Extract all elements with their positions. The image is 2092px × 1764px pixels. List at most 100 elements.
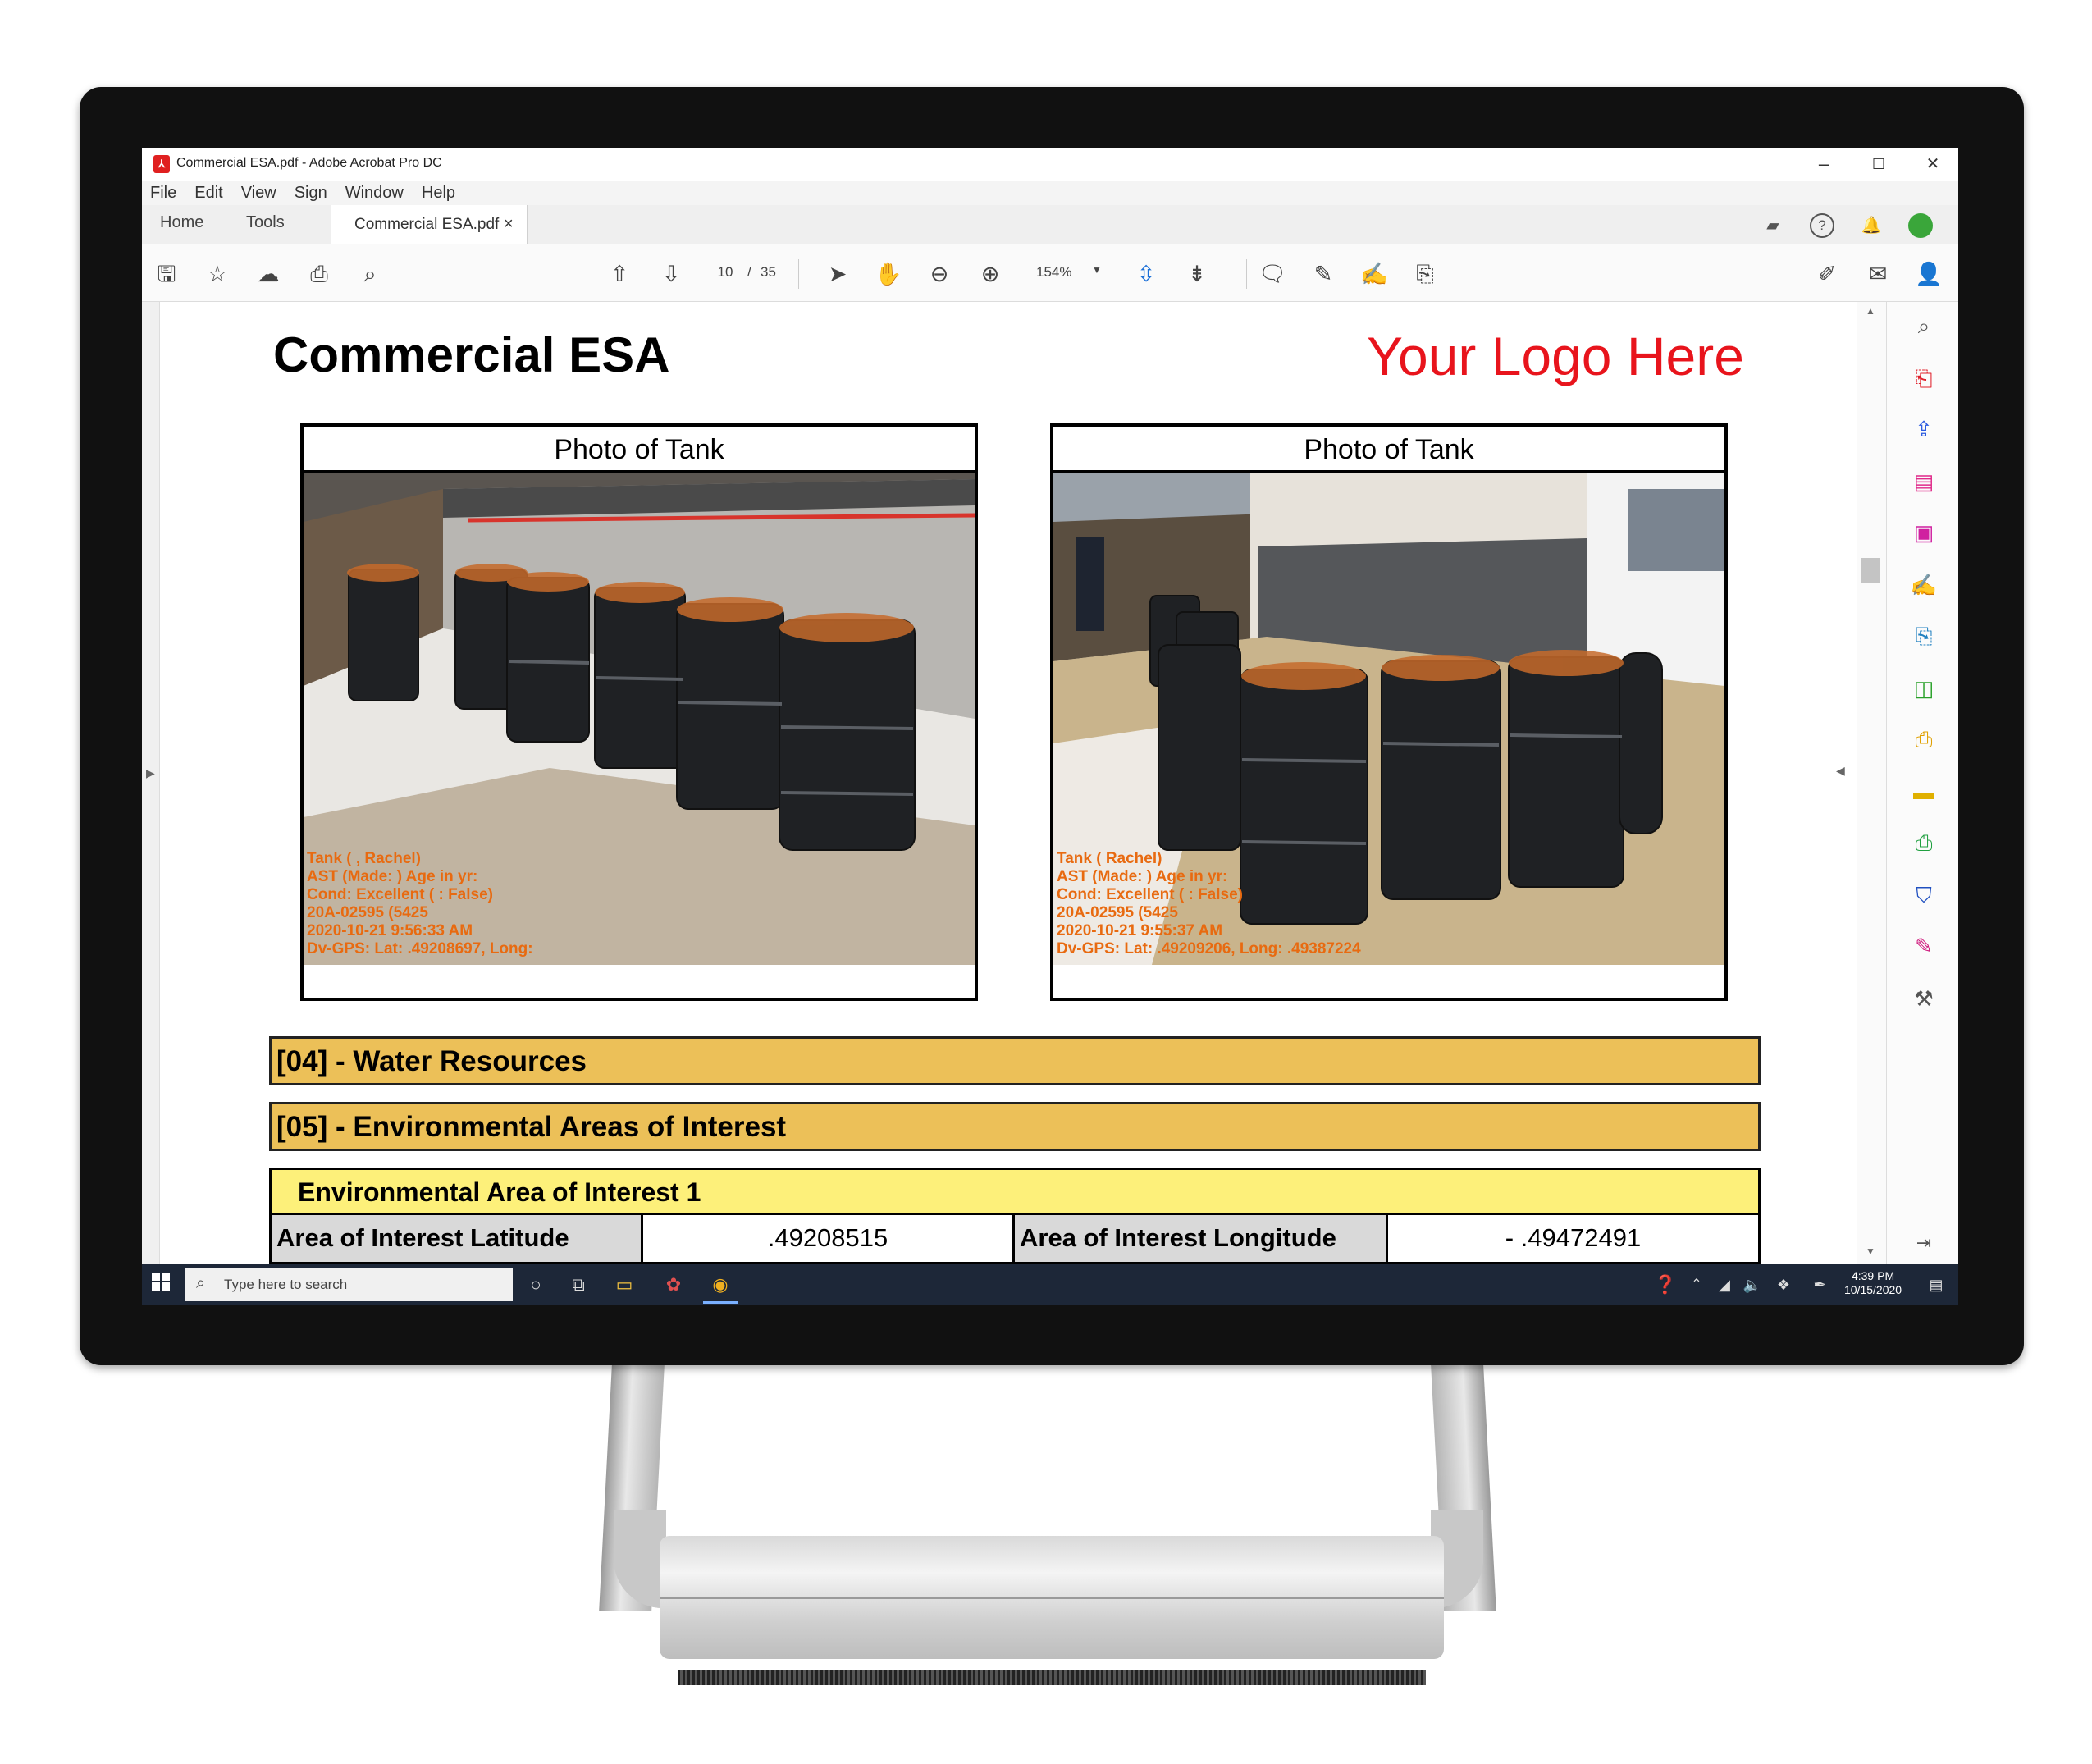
- request-signature-icon[interactable]: ✎: [1910, 932, 1938, 960]
- page-total: 35: [761, 264, 776, 280]
- save-icon[interactable]: 🖫: [152, 259, 181, 289]
- edit-pdf-icon[interactable]: ▣: [1910, 519, 1938, 546]
- protect-file-icon[interactable]: ⎙: [1910, 725, 1938, 753]
- fill-and-sign-icon[interactable]: ✍: [1910, 571, 1938, 599]
- zoom-search-icon[interactable]: ⌕: [1910, 312, 1938, 340]
- toolbar-divider: [798, 259, 799, 289]
- tab-document[interactable]: Commercial ESA.pdf ×: [331, 205, 528, 244]
- highlight-pen-icon[interactable]: ✎: [1309, 259, 1338, 289]
- print-production-icon[interactable]: ⎙: [1910, 829, 1938, 857]
- show-hidden-icons-chevron-icon[interactable]: ⌃: [1684, 1273, 1709, 1297]
- task-view-icon[interactable]: ⧉: [566, 1273, 591, 1297]
- minimize-button[interactable]: –: [1807, 151, 1840, 177]
- stamp-icon[interactable]: ⎘: [1410, 259, 1440, 289]
- scroll-up-icon[interactable]: ▲: [1866, 305, 1875, 317]
- comment-icon[interactable]: ▰: [1761, 213, 1785, 238]
- monitor-base-seam: [660, 1597, 1444, 1599]
- taskbar-search-input[interactable]: ⌕ Type here to search: [185, 1268, 513, 1301]
- help-tray-icon[interactable]: ❓: [1653, 1273, 1678, 1297]
- bookmark-star-icon[interactable]: ☆: [203, 259, 232, 289]
- toolbar-divider: [1246, 259, 1247, 289]
- help-icon[interactable]: ?: [1810, 213, 1834, 238]
- scroll-down-icon[interactable]: ▼: [1866, 1245, 1875, 1257]
- organize-pages-icon[interactable]: ▤: [1910, 468, 1938, 496]
- stamp-line: 2020-10-21 9:55:37 AM: [1057, 922, 1223, 939]
- fill-sign-icon[interactable]: ✐: [1812, 259, 1842, 289]
- search-zoom-icon[interactable]: ⌕: [355, 259, 385, 289]
- tank-photo: Tank ( , Rachel) AST (Made: ) Age in yr:…: [304, 473, 975, 965]
- menu-help[interactable]: Help: [422, 184, 455, 203]
- zoom-out-icon[interactable]: ⊖: [925, 259, 954, 289]
- menu-file[interactable]: File: [150, 184, 176, 203]
- zoom-in-icon[interactable]: ⊕: [975, 259, 1005, 289]
- close-tab-icon[interactable]: ×: [504, 215, 514, 234]
- action-center-icon[interactable]: ▤: [1924, 1273, 1948, 1297]
- sign-icon[interactable]: ✍: [1359, 259, 1389, 289]
- chevron-left-icon[interactable]: ◀: [1836, 764, 1845, 778]
- scroll-mode-icon[interactable]: ⇟: [1182, 259, 1212, 289]
- menu-window[interactable]: Window: [345, 184, 404, 203]
- compare-icon[interactable]: ◫: [1910, 674, 1938, 702]
- menu-bar: File Edit View Sign Window Help: [142, 181, 1958, 205]
- longitude-value: - .49472491: [1386, 1215, 1761, 1264]
- close-button[interactable]: ✕: [1916, 151, 1949, 177]
- left-panel-toggle[interactable]: ▶: [142, 302, 160, 1264]
- cortana-circle-icon[interactable]: ○: [523, 1273, 548, 1297]
- notification-bell-icon[interactable]: 🔔: [1859, 213, 1884, 238]
- stamp-line: AST (Made: ) Age in yr:: [307, 868, 478, 885]
- taskbar-search-placeholder: Type here to search: [224, 1277, 348, 1292]
- dropbox-icon[interactable]: ❖: [1771, 1273, 1796, 1297]
- menu-view[interactable]: View: [241, 184, 276, 203]
- cloud-upload-icon[interactable]: ☁: [254, 259, 283, 289]
- shield-icon[interactable]: ⛉: [1910, 881, 1938, 909]
- menu-sign[interactable]: Sign: [295, 184, 327, 203]
- page-number-input[interactable]: 10: [715, 264, 736, 281]
- subsection-area-of-interest: Environmental Area of Interest 1: [269, 1168, 1761, 1215]
- hand-tool-icon[interactable]: ✋: [874, 259, 903, 289]
- clock-time: 4:39 PM: [1851, 1269, 1895, 1282]
- print-icon[interactable]: ⎙: [304, 259, 334, 289]
- scrollbar-thumb[interactable]: [1861, 558, 1880, 583]
- logo-placeholder: Your Logo Here: [1367, 326, 1744, 386]
- combine-files-icon[interactable]: ⎘: [1910, 622, 1938, 650]
- chevron-down-icon[interactable]: ▼: [1092, 264, 1102, 276]
- photo-stamp: Tank ( Rachel) AST (Made: ) Age in yr: C…: [1057, 850, 1361, 958]
- chevron-right-icon: ▶: [146, 766, 155, 779]
- stamp-line: Cond: Excellent ( : False): [307, 886, 493, 903]
- screen: ⅄ Commercial ESA.pdf - Adobe Acrobat Pro…: [142, 148, 1958, 1305]
- fit-page-icon[interactable]: ⇳: [1131, 259, 1161, 289]
- zoom-level-select[interactable]: 154%: [1036, 264, 1071, 281]
- comment-tool-icon[interactable]: ▬: [1910, 778, 1938, 806]
- stamp-line: Dv-GPS: Lat: .49208697, Long:: [307, 940, 533, 957]
- maximize-button[interactable]: ☐: [1862, 151, 1895, 177]
- add-comment-icon[interactable]: 🗨: [1258, 259, 1287, 289]
- tab-home[interactable]: Home: [160, 213, 203, 232]
- pen-tray-icon[interactable]: ✒: [1807, 1273, 1832, 1297]
- taskbar-clock[interactable]: 4:39 PM 10/15/2020: [1844, 1269, 1902, 1297]
- previous-page-icon[interactable]: ⇧: [605, 259, 634, 289]
- more-tools-icon[interactable]: ⚒: [1910, 985, 1938, 1012]
- latitude-value: .49208515: [641, 1215, 1015, 1264]
- user-avatar[interactable]: [1908, 213, 1933, 238]
- menu-edit[interactable]: Edit: [194, 184, 222, 203]
- select-arrow-icon[interactable]: ➤: [823, 259, 852, 289]
- email-icon[interactable]: ✉: [1863, 259, 1893, 289]
- chrome-icon[interactable]: ◉: [708, 1273, 733, 1297]
- create-pdf-icon[interactable]: ⎗: [1910, 364, 1938, 392]
- tab-tools[interactable]: Tools: [246, 213, 285, 232]
- paint-app-icon[interactable]: ✿: [661, 1273, 686, 1297]
- photo-stamp: Tank ( , Rachel) AST (Made: ) Age in yr:…: [307, 850, 533, 958]
- section-water-resources: [04] - Water Resources: [269, 1036, 1761, 1085]
- network-icon[interactable]: ◢: [1712, 1273, 1737, 1297]
- stamp-line: Tank ( , Rachel): [307, 850, 422, 867]
- file-explorer-icon[interactable]: ▭: [612, 1273, 637, 1297]
- export-pdf-icon[interactable]: ⇪: [1910, 415, 1938, 443]
- windows-start-icon[interactable]: [152, 1273, 170, 1291]
- photo-frame-2: Photo of Tank Tank (Rachel) AST (Made: …: [1050, 423, 1728, 1001]
- volume-icon[interactable]: 🔈: [1740, 1273, 1765, 1297]
- next-page-icon[interactable]: ⇩: [656, 259, 686, 289]
- collapse-panel-icon[interactable]: ⇥: [1910, 1229, 1938, 1257]
- vertical-scrollbar[interactable]: ▲ ▼ ◀: [1836, 302, 1886, 1264]
- stamp-line: 20A-02595 (5425: [1057, 904, 1178, 921]
- share-user-icon[interactable]: 👤: [1914, 259, 1944, 289]
